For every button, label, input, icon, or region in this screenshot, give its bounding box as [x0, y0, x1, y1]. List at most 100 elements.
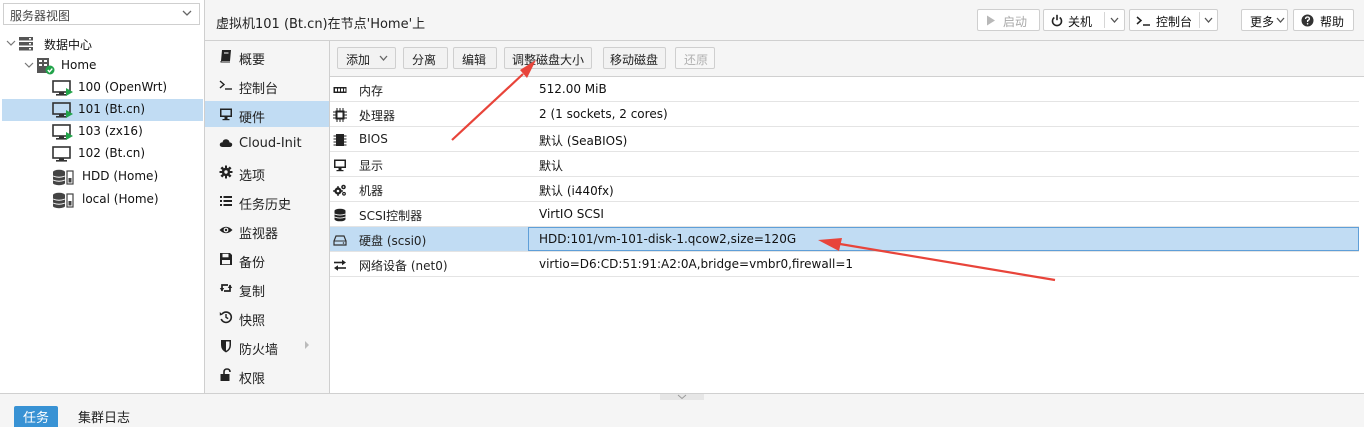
tree-node-datacenter[interactable]: 数据中心 [2, 33, 203, 55]
tree-node-label: 103 (zx16) [78, 124, 143, 138]
chevron-down-icon [182, 10, 192, 16]
tree-node-vm-100[interactable]: 100 (OpenWrt) [2, 77, 203, 99]
move-disk-button-label: 移动磁盘 [610, 53, 659, 67]
vm-subnav: 概要 控制台 硬件 Cloud-Init 选项 任务历史 监视器 备份 复制 快… [205, 41, 330, 393]
hardware-row-scsi-controller[interactable]: SCSI控制器 VirtIO SCSI [330, 202, 1359, 227]
storage-icon [52, 192, 74, 209]
subnav-item-summary[interactable]: 概要 [205, 43, 329, 69]
subnav-label: 任务历史 [239, 198, 292, 213]
tab-cluster-log[interactable]: 集群日志 [78, 407, 130, 427]
tree-node-vm-103[interactable]: 103 (zx16) [2, 121, 203, 143]
hardware-value: 2 (1 sockets, 2 cores) [539, 107, 668, 121]
subnav-item-monitor[interactable]: 监视器 [205, 217, 329, 243]
splitter-handle[interactable] [660, 394, 704, 400]
subnav-item-task-history[interactable]: 任务历史 [205, 188, 329, 214]
tree-node-vm-102[interactable]: 102 (Bt.cn) [2, 143, 203, 165]
tab-tasks[interactable]: 任务 [14, 406, 59, 427]
hardware-row-hard-disk[interactable]: 硬盘 (scsi0) HDD:101/vm-101-disk-1.qcow2,s… [330, 227, 1359, 252]
edit-button[interactable]: 编辑 [453, 47, 497, 69]
terminal-icon [1136, 16, 1150, 26]
hardware-key: 内存 [359, 84, 384, 98]
shutdown-button-label: 关机 [1068, 15, 1093, 29]
hardware-row-processor[interactable]: 处理器 2 (1 sockets, 2 cores) [330, 102, 1359, 127]
subnav-item-hardware[interactable]: 硬件 [205, 101, 329, 127]
tree-node-label: 数据中心 [44, 38, 93, 52]
chevron-down-icon[interactable] [1109, 15, 1120, 25]
hardware-row-network[interactable]: 网络设备 (net0) virtio=D6:CD:51:91:A2:0A,bri… [330, 252, 1359, 277]
console-button[interactable]: 控制台 [1129, 9, 1218, 31]
more-button[interactable]: 更多 [1241, 9, 1288, 31]
detach-button-label: 分离 [412, 53, 437, 67]
detach-button[interactable]: 分离 [403, 47, 448, 69]
help-button[interactable]: 帮助 [1293, 9, 1354, 31]
history-icon [219, 311, 233, 324]
retweet-icon [219, 284, 233, 292]
collapse-arrow-icon[interactable] [23, 59, 35, 71]
subnav-item-permissions[interactable]: 权限 [205, 362, 329, 388]
cogs-icon [333, 184, 346, 196]
hardware-value: 默认 (i440fx) [539, 184, 614, 198]
vm-stopped-icon [52, 146, 71, 162]
shutdown-button[interactable]: 关机 [1043, 9, 1125, 31]
subnav-label: 选项 [239, 169, 266, 184]
subnav-label: 复制 [239, 285, 266, 300]
add-button-label: 添加 [346, 53, 371, 67]
move-disk-button[interactable]: 移动磁盘 [603, 47, 666, 69]
vm-running-icon [52, 102, 73, 118]
subnav-item-replication[interactable]: 复制 [205, 275, 329, 301]
tree-node-vm-101[interactable]: 101 (Bt.cn) [2, 99, 203, 121]
subnav-label: 控制台 [239, 82, 279, 97]
hardware-key: 显示 [359, 159, 384, 173]
subnav-item-backup[interactable]: 备份 [205, 246, 329, 272]
datacenter-icon [19, 37, 33, 51]
terminal-icon [219, 80, 232, 90]
subnav-item-cloud-init[interactable]: Cloud-Init [205, 130, 329, 156]
hardware-panel: 添加 分离 编辑 调整磁盘大小 移动磁盘 还原 内存 512.00 MiB 处理… [330, 41, 1364, 393]
desktop-icon [220, 108, 232, 121]
monitor-icon [334, 159, 346, 172]
hardware-value: HDD:101/vm-101-disk-1.qcow2,size=120G [539, 232, 797, 246]
add-button[interactable]: 添加 [337, 47, 396, 69]
subnav-item-options[interactable]: 选项 [205, 159, 329, 185]
subnav-item-snapshots[interactable]: 快照 [205, 304, 329, 330]
database-icon [334, 208, 346, 222]
tree-node-label: 100 (OpenWrt) [78, 80, 168, 94]
resize-disk-button[interactable]: 调整磁盘大小 [504, 47, 592, 69]
floppy-icon [220, 253, 232, 265]
resize-disk-button-label: 调整磁盘大小 [512, 53, 585, 67]
shield-icon [221, 340, 231, 353]
tree-node-storage-hdd[interactable]: HDD (Home) [2, 166, 203, 188]
node-icon [37, 58, 55, 75]
hardware-row-display[interactable]: 显示 默认 [330, 152, 1359, 177]
list-icon [220, 196, 232, 206]
hardware-key: 机器 [359, 184, 384, 198]
hardware-key: 网络设备 (net0) [359, 259, 448, 273]
help-button-label: 帮助 [1320, 15, 1345, 29]
tree-node-storage-local[interactable]: local (Home) [2, 189, 203, 211]
hardware-row-bios[interactable]: BIOS 默认 (SeaBIOS) [330, 127, 1359, 152]
collapse-arrow-icon[interactable] [5, 37, 17, 49]
subnav-item-console[interactable]: 控制台 [205, 72, 329, 98]
play-icon [987, 15, 995, 26]
tree-node-label: 102 (Bt.cn) [78, 146, 146, 160]
subnav-label: 权限 [239, 372, 266, 387]
view-selector-value: 服务器视图 [10, 9, 71, 23]
hardware-row-memory[interactable]: 内存 512.00 MiB [330, 77, 1359, 102]
vm-header-bar: 虚拟机101 (Bt.cn)在节点'Home'上 启动 关机 控制台 更多 帮助 [205, 0, 1364, 41]
hardware-value: 默认 (SeaBIOS) [539, 134, 628, 148]
hardware-key: 处理器 [359, 109, 396, 123]
view-selector[interactable]: 服务器视图 [3, 3, 200, 25]
subnav-item-firewall[interactable]: 防火墙 [205, 333, 329, 359]
cpu-icon [333, 108, 347, 122]
chevron-down-icon[interactable] [1203, 15, 1214, 25]
console-button-label: 控制台 [1156, 15, 1193, 29]
hardware-row-machine[interactable]: 机器 默认 (i440fx) [330, 177, 1359, 202]
start-button[interactable]: 启动 [977, 9, 1040, 31]
subnav-label: 概要 [239, 53, 266, 68]
tree-node-home[interactable]: Home [2, 55, 203, 77]
hardware-key: 硬盘 (scsi0) [359, 234, 427, 248]
revert-button[interactable]: 还原 [675, 47, 715, 69]
cloud-icon [219, 139, 233, 147]
unlock-icon [220, 368, 231, 381]
tree-node-label: 101 (Bt.cn) [78, 102, 146, 116]
